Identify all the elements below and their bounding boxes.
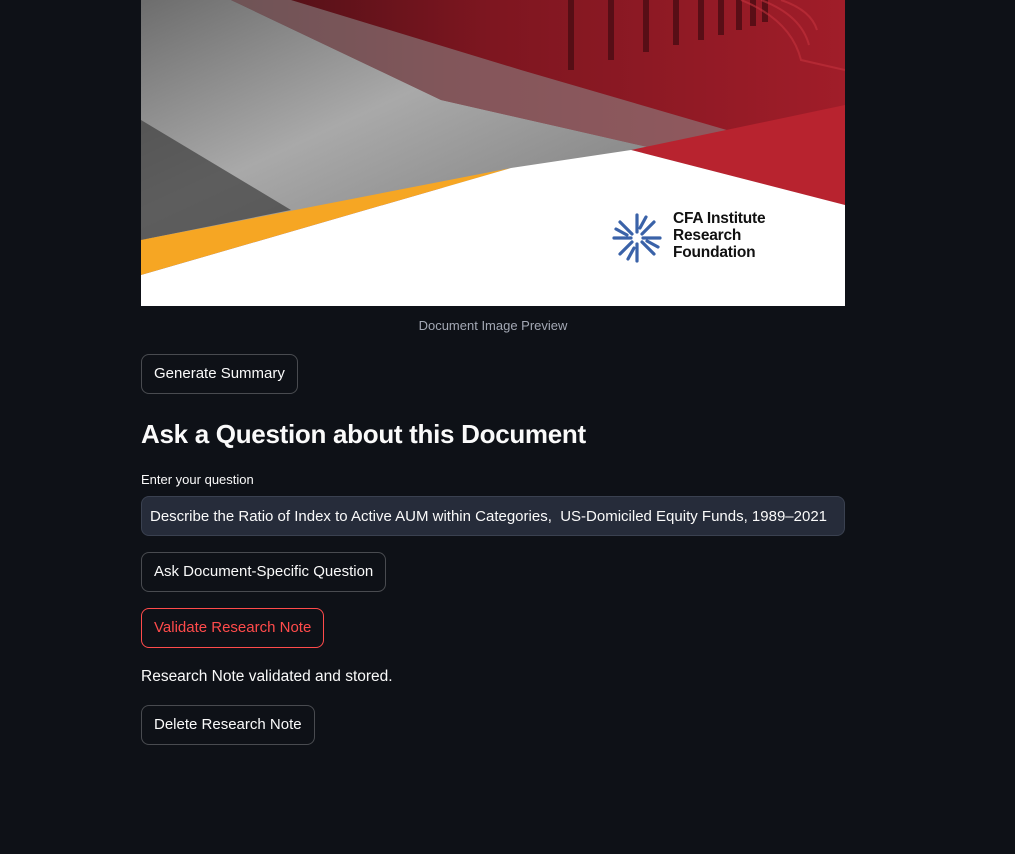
- question-input-label: Enter your question: [141, 472, 254, 487]
- logo-line-1: CFA Institute: [673, 210, 766, 227]
- logo-line-3: Foundation: [673, 244, 756, 261]
- logo-line-2: Research: [673, 227, 742, 244]
- main-content: CFA Institute Research Foundation Docume…: [141, 0, 845, 745]
- question-input[interactable]: [141, 496, 845, 536]
- validate-research-note-button[interactable]: Validate Research Note: [141, 608, 325, 648]
- delete-research-note-button[interactable]: Delete Research Note: [141, 705, 315, 745]
- document-image-preview: CFA Institute Research Foundation: [141, 0, 845, 306]
- generate-summary-button[interactable]: Generate Summary: [141, 354, 298, 394]
- section-title: Ask a Question about this Document: [141, 419, 586, 449]
- logo-text: CFA Institute Research Foundation: [673, 210, 766, 261]
- cover-logo: CFA Institute Research Foundation: [611, 210, 766, 261]
- status-message: Research Note validated and stored.: [141, 668, 393, 685]
- image-caption: Document Image Preview: [418, 318, 568, 333]
- ask-question-button[interactable]: Ask Document-Specific Question: [141, 552, 387, 592]
